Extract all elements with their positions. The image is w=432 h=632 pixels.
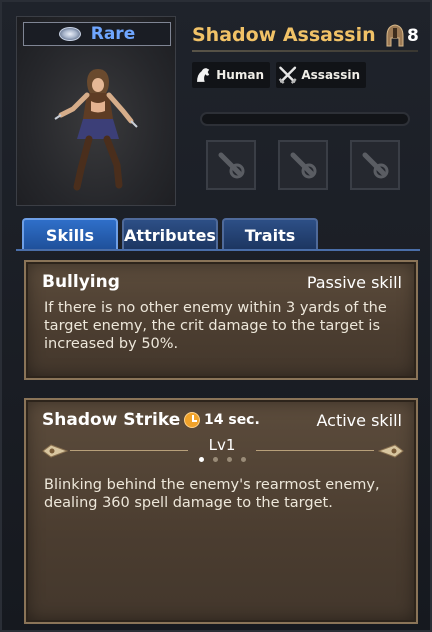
rarity-gem-icon [58,27,81,41]
level-page-dots [40,457,404,462]
level-divider-right [256,450,374,451]
level-dot[interactable] [212,457,218,462]
class-label: Assassin [301,68,360,82]
level-dot[interactable] [240,457,246,462]
header-divider [192,50,418,52]
equipment-slot-2[interactable] [278,140,328,190]
skill-card-passive: Bullying Passive skill If there is no ot… [24,260,418,380]
rarity-label: Rare [90,24,136,44]
assassin-figure-icon [54,69,138,191]
locked-weapon-icon [218,152,245,179]
skill-level-label: Lv1 [208,436,236,454]
skill-description: If there is no other enemy within 3 yard… [44,300,387,352]
skill-level-selector: Lv1 [40,436,404,466]
next-level-arrow-icon[interactable] [378,444,404,458]
rarity-badge: Rare [23,22,171,46]
crossed-swords-icon [278,66,297,84]
hero-detail-panel: Rare Shadow Assassin 8 Human Assassin Sk… [0,0,432,632]
level-number: 8 [407,26,419,46]
hero-name: Shadow Assassin [192,24,376,46]
skill-cooldown: 14 sec. [184,412,260,428]
equipment-slot-1[interactable] [206,140,256,190]
race-tag: Human [192,62,270,88]
skill-name: Shadow Strike [42,410,181,430]
equipment-slot-3[interactable] [350,140,400,190]
locked-weapon-icon [362,152,389,179]
skill-name: Bullying [42,272,120,292]
helmet-icon [386,24,404,47]
skill-description: Blinking behind the enemy's rearmost ene… [44,477,380,511]
hero-level: 8 [385,24,419,48]
level-dot[interactable] [198,457,204,462]
skill-type: Passive skill [306,273,402,292]
skill-type: Active skill [316,411,402,430]
experience-bar [200,112,410,126]
race-label: Human [216,68,264,82]
skill-card-active: Shadow Strike 14 sec. Active skill Lv1 B… [24,398,418,624]
tab-attributes[interactable]: Attributes [122,218,218,250]
horse-icon [197,68,210,82]
class-tag: Assassin [276,62,366,88]
locked-weapon-icon [290,152,317,179]
cooldown-text: 14 sec. [204,412,260,428]
tab-traits[interactable]: Traits [222,218,318,250]
hero-portrait[interactable]: Rare [16,16,176,206]
tab-skills[interactable]: Skills [22,218,118,250]
level-dot[interactable] [226,457,232,462]
tab-underline [16,249,420,251]
clock-icon [184,412,200,428]
